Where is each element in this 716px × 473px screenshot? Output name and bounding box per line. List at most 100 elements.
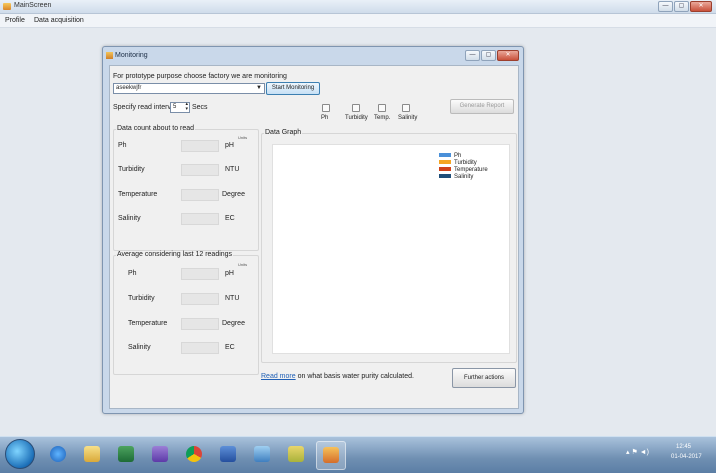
count-row-unit: pH [225, 142, 234, 149]
taskbar-explorer[interactable] [78, 441, 106, 468]
legend-label: Temperature [454, 167, 488, 173]
generate-report-button[interactable]: Generate Report [450, 99, 514, 114]
checkbox-ph-label: Ph [321, 115, 329, 121]
count-row-name: Turbidity [118, 166, 145, 173]
monitoring-maximize-button[interactable]: ▢ [481, 50, 496, 61]
legend-label: Turbidity [454, 160, 477, 166]
main-window-controls: — ▢ ✕ [657, 1, 712, 12]
interval-value: 5 [173, 104, 177, 110]
average-group: Average considering last 12 readings Uni… [113, 251, 259, 375]
average-value-box [181, 293, 219, 305]
checkbox-ph[interactable] [322, 104, 330, 112]
menu-bar: Profile Data acquisition [0, 14, 716, 28]
count-value-box [181, 140, 219, 152]
app-icon [3, 3, 11, 10]
factory-prompt-label: For prototype purpose choose factory we … [113, 73, 287, 80]
average-row-unit: EC [225, 344, 235, 351]
average-row-unit: Degree [222, 320, 245, 327]
count-row-unit: NTU [225, 166, 240, 173]
legend-item-turbidity: Turbidity [439, 160, 477, 166]
legend-swatch-ph [439, 153, 451, 158]
monitoring-window-icon [106, 52, 113, 59]
data-count-units-header: Units [238, 135, 248, 140]
read-more-text: Read more on what basis water purity cal… [261, 373, 414, 380]
menu-profile[interactable]: Profile [5, 17, 25, 24]
data-count-group: Data count about to read Units Ph pH Tur… [113, 125, 259, 251]
legend-swatch-temperature [439, 167, 451, 172]
maximize-button[interactable]: ▢ [674, 1, 689, 12]
average-row-unit: pH [225, 270, 234, 277]
data-count-group-title: Data count about to read [116, 125, 196, 132]
start-monitoring-button[interactable]: Start Monitoring [266, 82, 320, 95]
legend-item-temperature: Temperature [439, 167, 488, 173]
taskbar-paint[interactable] [248, 441, 276, 468]
data-graph-title: Data Graph [264, 129, 303, 136]
chrome-icon [186, 446, 202, 462]
main-window-title: MainScreen [14, 2, 52, 9]
average-value-box [181, 268, 219, 280]
visual-studio-icon [152, 446, 168, 462]
legend-label: Salinity [454, 174, 474, 180]
taskbar: ▴ ⚑ ◄) 12:45 01-04-2017 [0, 436, 716, 473]
clock-time[interactable]: 12:45 [676, 444, 691, 450]
app-icon [323, 447, 339, 463]
checkbox-temp-label: Temp. [374, 115, 391, 121]
checkbox-turbidity-label: Turbidity [345, 115, 368, 121]
taskbar-word[interactable] [214, 441, 242, 468]
legend-swatch-salinity [439, 174, 451, 179]
excel-icon [118, 446, 134, 462]
monitoring-window-title: Monitoring [115, 52, 148, 59]
clock-date[interactable]: 01-04-2017 [671, 454, 702, 460]
average-row-unit: NTU [225, 295, 240, 302]
average-row-name: Turbidity [128, 295, 155, 302]
count-value-box [181, 189, 219, 201]
start-button[interactable] [5, 439, 35, 469]
taskbar-visual-studio[interactable] [146, 441, 174, 468]
count-row-unit: EC [225, 215, 235, 222]
monitoring-minimize-button[interactable]: — [465, 50, 480, 61]
further-actions-button[interactable]: Further actions [452, 368, 516, 388]
checkbox-turbidity[interactable] [352, 104, 360, 112]
word-icon [220, 446, 236, 462]
paint-icon [254, 446, 270, 462]
count-row-name: Temperature [118, 191, 158, 198]
checkbox-salinity-label: Salinity [398, 115, 418, 121]
menu-data-acquisition[interactable]: Data acquisition [34, 17, 84, 24]
legend-label: Ph [454, 153, 462, 159]
read-more-link[interactable]: Read more [261, 373, 296, 380]
legend-item-ph: Ph [439, 153, 461, 159]
checkbox-temp[interactable] [378, 104, 386, 112]
monitoring-window: Monitoring — ▢ ✕ For prototype purpose c… [102, 46, 524, 414]
count-row-name: Salinity [118, 215, 141, 222]
tray-icons[interactable]: ▴ ⚑ ◄) [626, 448, 649, 456]
average-value-box [181, 342, 219, 354]
legend-swatch-turbidity [439, 160, 451, 165]
count-value-box [181, 164, 219, 176]
taskbar-tool[interactable] [282, 441, 310, 468]
read-more-description: on what basis water purity calculated. [297, 373, 414, 380]
factory-select[interactable]: aseekwjfr ▼ [113, 83, 265, 94]
monitoring-window-controls: — ▢ ✕ [464, 50, 519, 61]
monitoring-close-button[interactable]: ✕ [497, 50, 519, 61]
checkbox-salinity[interactable] [402, 104, 410, 112]
legend-item-salinity: Salinity [439, 174, 473, 180]
data-graph-canvas: Ph Turbidity Temperature Salinity [272, 144, 510, 354]
taskbar-chrome[interactable] [180, 441, 208, 468]
interval-stepper[interactable]: 5 ▴ ▾ [170, 102, 190, 113]
explorer-icon [84, 446, 100, 462]
interval-label: Specify read interval [113, 104, 177, 111]
interval-unit-label: Secs [192, 104, 208, 111]
average-row-name: Salinity [128, 344, 151, 351]
taskbar-ie[interactable] [44, 441, 72, 468]
count-row-unit: Degree [222, 191, 245, 198]
taskbar-app-active[interactable] [316, 441, 346, 470]
monitoring-client-area: For prototype purpose choose factory we … [109, 65, 519, 409]
average-group-title: Average considering last 12 readings [116, 251, 234, 258]
stepper-arrows-icon[interactable]: ▴ ▾ [185, 102, 188, 112]
average-row-name: Ph [128, 270, 137, 277]
taskbar-excel[interactable] [112, 441, 140, 468]
count-value-box [181, 213, 219, 225]
minimize-button[interactable]: — [658, 1, 673, 12]
close-button[interactable]: ✕ [690, 1, 712, 12]
average-row-name: Temperature [128, 320, 168, 327]
